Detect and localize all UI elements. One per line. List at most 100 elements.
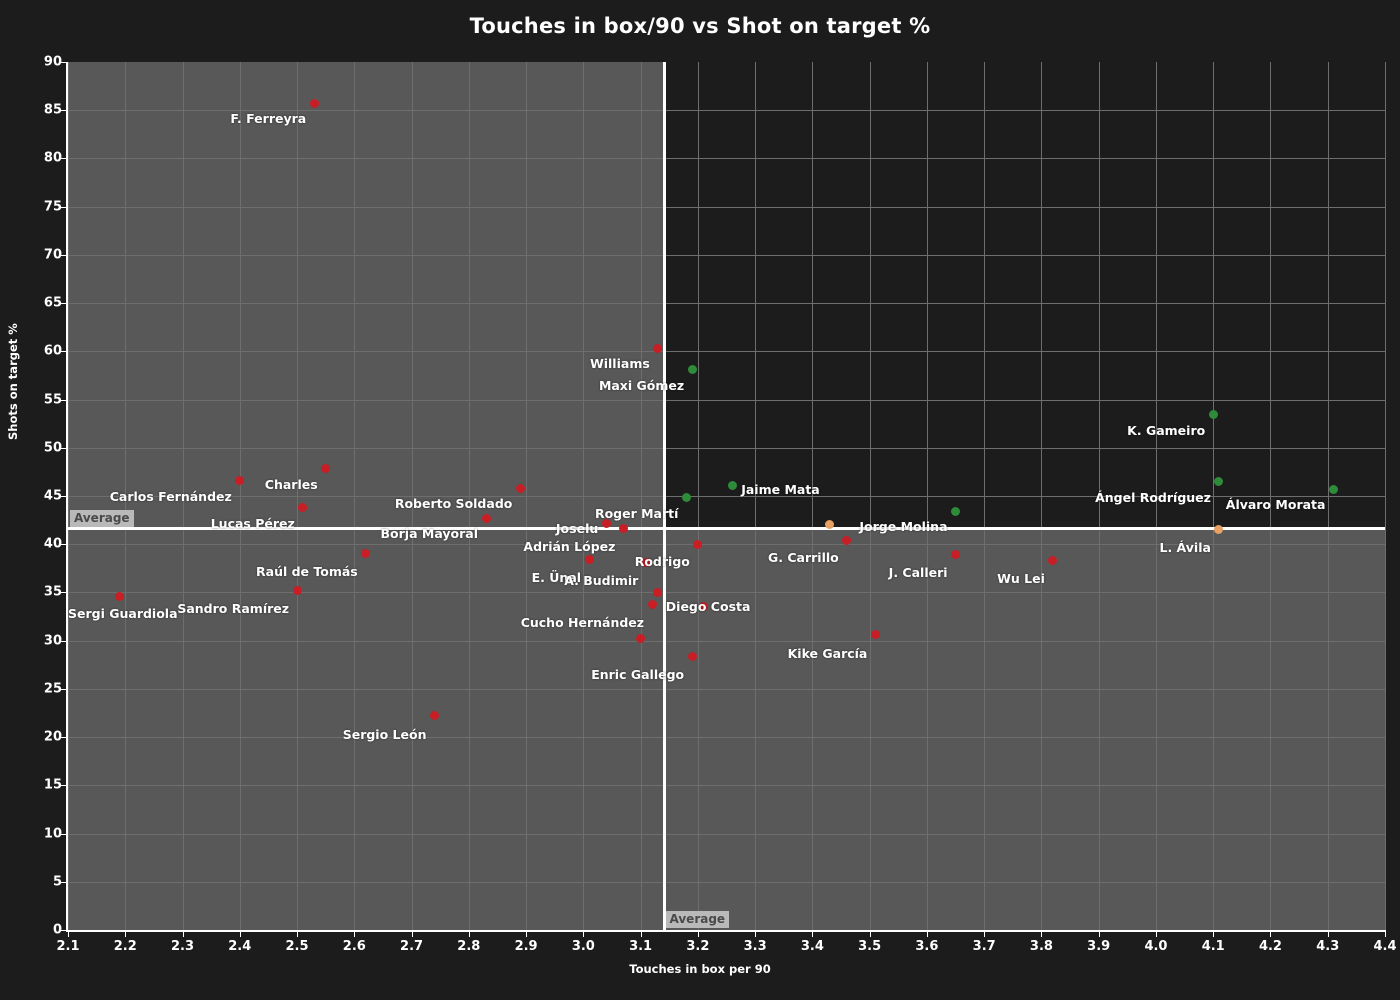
x-tick-mark	[182, 932, 184, 937]
data-point-label: F. Ferreyra	[230, 111, 307, 127]
x-tick-mark	[1213, 932, 1215, 937]
x-tick-mark	[755, 932, 757, 937]
x-tick-label: 2.3	[171, 939, 195, 954]
y-tick-label: 50	[43, 440, 62, 456]
data-point-label: Cucho Hernández	[520, 615, 645, 631]
data-point-label: A. Budimir	[564, 572, 639, 588]
x-tick-label: 2.6	[342, 939, 366, 954]
x-tick-mark	[583, 932, 585, 937]
data-point[interactable]	[309, 98, 319, 108]
y-tick-label: 5	[52, 874, 62, 890]
x-tick-mark	[125, 932, 127, 937]
gridline-vertical	[1385, 62, 1386, 930]
data-point[interactable]	[653, 587, 663, 597]
x-tick-label: 2.8	[457, 939, 481, 954]
data-point[interactable]	[429, 711, 439, 721]
average-label-x: Average	[665, 911, 730, 928]
scatter-chart-root: Touches in box/90 vs Shot on target % Av…	[0, 0, 1400, 1000]
x-tick-mark	[526, 932, 528, 937]
x-tick-label: 4.4	[1373, 939, 1397, 954]
x-tick-label: 3.2	[686, 939, 710, 954]
y-tick-label: 15	[43, 777, 62, 793]
data-point-label: Jaime Mata	[741, 482, 820, 498]
data-point-label: Williams	[589, 356, 650, 372]
data-point[interactable]	[687, 365, 697, 375]
x-tick-label: 3.6	[915, 939, 939, 954]
y-tick-label: 20	[43, 729, 62, 745]
gridline-horizontal	[68, 640, 1385, 642]
x-tick-mark	[640, 932, 642, 937]
y-tick-label: 45	[43, 488, 62, 504]
x-tick-label: 2.4	[228, 939, 252, 954]
gridline-horizontal	[68, 399, 1385, 401]
x-tick-mark	[1385, 932, 1386, 937]
x-tick-label: 3.0	[571, 939, 595, 954]
gridline-horizontal	[68, 254, 1385, 256]
x-axis-title: Touches in box per 90	[629, 962, 771, 976]
gridline-horizontal	[68, 303, 1385, 305]
x-tick-label: 3.5	[858, 939, 882, 954]
x-tick-label: 3.4	[800, 939, 824, 954]
data-point[interactable]	[321, 464, 331, 474]
x-tick-mark	[1155, 932, 1157, 937]
data-point[interactable]	[1214, 525, 1224, 535]
y-tick-label: 75	[43, 199, 62, 215]
x-tick-mark	[68, 932, 69, 937]
x-tick-label: 2.9	[514, 939, 538, 954]
y-tick-label: 85	[43, 102, 62, 118]
y-tick-label: 65	[43, 295, 62, 311]
x-tick-mark	[984, 932, 986, 937]
gridline-horizontal	[68, 592, 1385, 594]
plot-area: Average Average F. Ferreyra Williams Maxi G…	[68, 62, 1386, 930]
y-tick-label: 80	[43, 150, 62, 166]
x-tick-mark	[1098, 932, 1100, 937]
data-point[interactable]	[870, 630, 880, 640]
x-tick-mark	[697, 932, 699, 937]
data-point[interactable]	[1328, 484, 1338, 494]
data-point-label: Kike García	[787, 645, 868, 661]
x-tick-label: 4.0	[1144, 939, 1168, 954]
data-point[interactable]	[1048, 556, 1058, 566]
x-tick-mark	[468, 932, 470, 937]
data-point-label: Maxi Gómez	[598, 377, 685, 393]
x-tick-label: 3.1	[629, 939, 653, 954]
x-tick-mark	[411, 932, 413, 937]
gridline-horizontal	[68, 206, 1385, 208]
x-tick-mark	[926, 932, 928, 937]
y-tick-label: 25	[43, 681, 62, 697]
x-tick-label: 2.2	[113, 939, 137, 954]
gridline-horizontal	[68, 833, 1385, 835]
x-tick-label: 3.9	[1087, 939, 1111, 954]
data-point[interactable]	[727, 480, 737, 490]
x-tick-mark	[1327, 932, 1329, 937]
gridline-horizontal	[68, 881, 1385, 883]
data-point-label: Diego Costa	[665, 599, 751, 615]
y-tick-label: 0	[52, 922, 62, 938]
data-point[interactable]	[636, 634, 646, 644]
x-tick-mark	[239, 932, 241, 937]
data-point-label: Enric Gallego	[591, 667, 685, 683]
x-tick-label: 3.8	[1029, 939, 1053, 954]
y-axis-title: Shots on target %	[6, 323, 20, 440]
x-tick-mark	[1041, 932, 1043, 937]
data-point[interactable]	[115, 591, 125, 601]
data-point-label: Sergio León	[342, 726, 427, 742]
y-tick-label: 30	[43, 633, 62, 649]
x-axis-line	[68, 930, 1386, 932]
y-tick-label: 10	[43, 826, 62, 842]
y-tick-label: 40	[43, 536, 62, 552]
gridline-horizontal	[68, 351, 1385, 353]
x-tick-label: 4.2	[1258, 939, 1282, 954]
x-tick-mark	[869, 932, 871, 937]
quadrant-highlight-top-right	[663, 62, 1385, 528]
y-tick-label: 60	[43, 343, 62, 359]
y-tick-label: 35	[43, 584, 62, 600]
x-tick-label: 3.7	[972, 939, 996, 954]
x-tick-label: 2.1	[56, 939, 80, 954]
x-tick-label: 4.3	[1316, 939, 1340, 954]
gridline-horizontal	[68, 688, 1385, 690]
x-tick-mark	[354, 932, 356, 937]
x-tick-mark	[297, 932, 299, 937]
data-point[interactable]	[647, 599, 657, 609]
y-tick-label: 55	[43, 392, 62, 408]
